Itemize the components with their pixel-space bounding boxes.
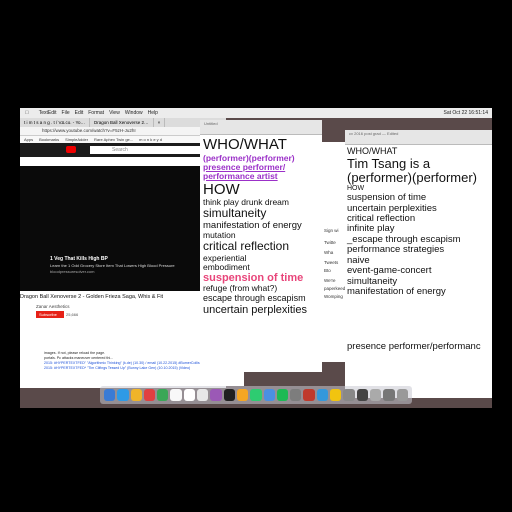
youtube-logo-icon[interactable] bbox=[66, 146, 76, 153]
menu-item[interactable]: Edit bbox=[75, 110, 84, 116]
dock-app-icon[interactable] bbox=[223, 389, 235, 401]
dock-app-icon[interactable] bbox=[396, 389, 408, 401]
twitter-item[interactable]: Twitte bbox=[324, 240, 336, 245]
ad-text: Learn the 1 Odd Grocery Store Item That … bbox=[50, 263, 175, 268]
dock-app-icon[interactable] bbox=[117, 389, 129, 401]
text-line: HOW bbox=[203, 180, 240, 198]
bookmark-item[interactable]: Bookmarks bbox=[39, 137, 59, 142]
bookmark-item[interactable]: Rare Aphex Twin ge... bbox=[94, 137, 133, 142]
twitter-item[interactable]: Tweets bbox=[324, 260, 338, 265]
desktop-screen:  TextEdit File Edit Format View Window Help Sa… bbox=[20, 108, 492, 408]
browser-tab[interactable]: t i m t s a n g . t / VΔ co. - Yo… bbox=[20, 118, 91, 127]
menu-item[interactable]: File bbox=[62, 110, 70, 116]
apple-icon[interactable]:  bbox=[25, 110, 29, 116]
text-line: embodiment bbox=[203, 261, 250, 272]
dock-app-icon[interactable] bbox=[104, 389, 116, 401]
dock-app-icon[interactable] bbox=[369, 389, 382, 401]
menu-clock[interactable]: Sat Oct 22 16:51:14 bbox=[444, 108, 488, 118]
bookmark-item[interactable]: m o n k e y d bbox=[139, 137, 162, 142]
dock-app-icon[interactable] bbox=[130, 389, 142, 401]
subscriber-count: 25,666 bbox=[66, 312, 79, 317]
video-player[interactable]: 1 Veg That Kills High BP Learn the 1 Odd… bbox=[20, 166, 226, 291]
chrome-tab-bar: t i m t s a n g . t / VΔ co. - Yo… Dragon… bbox=[20, 118, 226, 127]
search-input[interactable]: Search bbox=[90, 146, 200, 154]
dock-app-icon[interactable] bbox=[383, 389, 395, 401]
dock-app-icon[interactable] bbox=[303, 389, 315, 401]
ad-title[interactable]: 1 Veg That Kills High BP bbox=[50, 256, 108, 262]
dock-app-icon[interactable] bbox=[170, 389, 182, 401]
address-bar[interactable]: https://www.youtube.com/watch?v=F5zH-Ju2… bbox=[20, 127, 226, 136]
bookmarks-bar: Apps Bookmarks SimpleAdder Rare Aphex Twin … bbox=[20, 136, 226, 143]
text-line: escape through escapism bbox=[203, 292, 306, 303]
window-title: cv 2016 post grad — Edited bbox=[349, 131, 399, 136]
dock-app-icon[interactable] bbox=[143, 389, 156, 401]
dock-app-icon[interactable] bbox=[183, 389, 196, 401]
bookmark-item[interactable]: Apps bbox=[24, 137, 33, 142]
twitter-widget: Sign wi Twitte Wha Tweets Bto We're paperkeed W… bbox=[322, 142, 345, 362]
dock-app-icon[interactable] bbox=[197, 389, 209, 401]
menu-item[interactable]: Help bbox=[148, 110, 158, 116]
textedit-window-notes[interactable]: Untitled WHO/WHAT (performer)(performer) p… bbox=[200, 120, 322, 372]
dock-app-icon[interactable] bbox=[343, 389, 355, 401]
dock-app-icon[interactable] bbox=[276, 389, 289, 401]
text-line: manifestation of energy bbox=[347, 286, 446, 298]
textedit-toolbar: cv 2016 post grad — Edited bbox=[345, 130, 492, 145]
dock-app-icon[interactable] bbox=[290, 389, 302, 401]
textedit-toolbar: Untitled bbox=[200, 120, 322, 135]
dock bbox=[100, 386, 412, 404]
text-line: critical reflection bbox=[203, 239, 290, 254]
window-title: Untitled bbox=[204, 121, 218, 126]
browser-tab[interactable]: Dragon Ball Xenoverse 2… bbox=[90, 118, 154, 127]
browser-tab[interactable]: × bbox=[154, 118, 166, 127]
ad-site[interactable]: bloodpressuresolver.com bbox=[50, 269, 94, 274]
twitter-item[interactable]: Wha bbox=[324, 250, 333, 255]
document-text[interactable]: WHO/WHAT Tim Tsang is a (performer)(perfor… bbox=[345, 145, 492, 354]
text-line: uncertain perplexities bbox=[203, 303, 307, 316]
text-line: Tim Tsang is a bbox=[347, 155, 431, 171]
dock-app-icon[interactable] bbox=[250, 389, 262, 401]
menu-item[interactable]: Format bbox=[88, 110, 104, 116]
twitter-item[interactable]: Sign wi bbox=[324, 228, 339, 233]
twitter-item[interactable]: paperkeed bbox=[324, 286, 345, 291]
document-text[interactable]: WHO/WHAT (performer)(performer) presence p… bbox=[200, 135, 322, 318]
twitter-item[interactable]: Bto bbox=[324, 268, 331, 273]
text-line: WHO/WHAT bbox=[203, 136, 287, 153]
menu-item[interactable]: Window bbox=[125, 110, 143, 116]
youtube-header: Search bbox=[20, 143, 226, 157]
dock-app-icon[interactable] bbox=[330, 389, 342, 401]
text-line: simultaneity bbox=[203, 206, 267, 221]
dock-app-icon[interactable] bbox=[356, 389, 368, 401]
text-line: presence performer/performanc bbox=[347, 340, 481, 352]
dock-app-icon[interactable] bbox=[316, 389, 329, 401]
channel-name[interactable]: Zanar Aesthetics bbox=[36, 304, 70, 309]
dock-app-icon[interactable] bbox=[236, 389, 249, 401]
bookmark-item[interactable]: SimpleAdder bbox=[65, 137, 88, 142]
subscribe-button[interactable]: Subscribe bbox=[36, 311, 64, 318]
dock-app-icon[interactable] bbox=[263, 389, 275, 401]
chrome-window: t i m t s a n g . t / VΔ co. - Yo… Dragon… bbox=[20, 118, 226, 388]
text-line: (performer)(performer) bbox=[347, 170, 478, 186]
dock-app-icon[interactable] bbox=[157, 389, 169, 401]
dock-app-icon[interactable] bbox=[210, 389, 222, 401]
menu-bar:  TextEdit File Edit Format View Window Help Sa… bbox=[20, 108, 492, 118]
menu-item[interactable]: TextEdit bbox=[39, 110, 57, 116]
menu-item[interactable]: View bbox=[109, 110, 120, 116]
textedit-window-cv[interactable]: cv 2016 post grad — Edited WHO/WHAT Tim T… bbox=[345, 130, 492, 398]
video-title: Dragon Ball Xenoverse 2 - Golden Frieza … bbox=[20, 294, 164, 300]
twitter-item[interactable]: Womping bbox=[324, 294, 343, 299]
twitter-item[interactable]: We're bbox=[324, 278, 336, 283]
